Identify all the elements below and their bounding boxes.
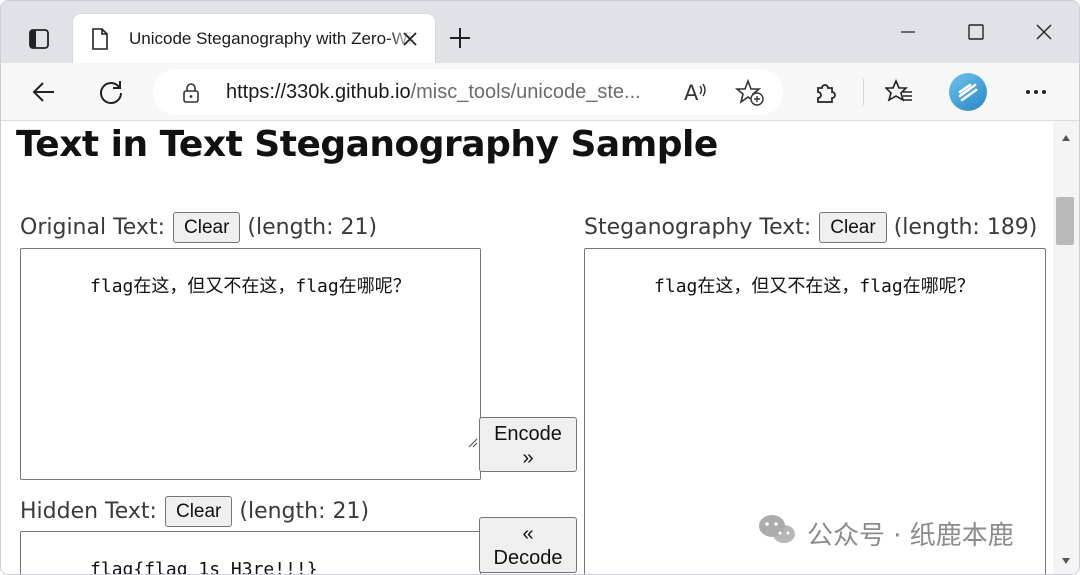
decode-label: Decode [493,547,563,569]
maximize-icon[interactable] [961,19,991,49]
address-bar[interactable]: https://330k.github.io/misc_tools/unicod… [153,69,783,115]
url-text[interactable]: https://330k.github.io/misc_tools/unicod… [226,81,666,104]
hidden-text-label: Hidden Text: [20,499,157,524]
encode-button[interactable]: Encode » [479,417,577,472]
extensions-icon[interactable] [809,75,843,109]
minimize-icon[interactable] [893,19,923,49]
back-arrow-icon[interactable] [27,75,61,109]
clear-stego-button[interactable]: Clear [819,212,887,243]
scroll-down-icon[interactable] [1061,552,1071,570]
url-host: https://330k.github.io [226,81,411,103]
browser-window: Unicode Steganography with Zero-Width Ch… [0,0,1080,575]
url-path: /misc_tools/unicode_ste... [410,81,641,103]
original-text-value: flag在这，但又不在这，flag在哪呢？ [90,276,411,297]
stego-length: (length: 189) [893,215,1038,240]
clear-original-button[interactable]: Clear [173,212,241,243]
hidden-text-input[interactable]: flag{flag_1s_H3re!!!} [20,531,481,575]
read-aloud-icon[interactable]: A [683,79,711,110]
original-text-header: Original Text: Clear (length: 21) [20,212,377,243]
resize-grip-icon[interactable] [379,408,478,477]
add-favorite-icon[interactable] [734,78,765,112]
svg-text:A: A [684,81,699,105]
wechat-icon [757,513,797,554]
original-text-input[interactable]: flag在这，但又不在这，flag在哪呢？ [20,248,481,480]
watermark: 公众号 · 纸鹿本鹿 [757,513,1014,554]
profile-avatar[interactable] [949,73,987,111]
scroll-up-icon[interactable] [1061,129,1071,147]
watermark-text: 公众号 · 纸鹿本鹿 [807,521,1014,551]
new-tab-icon[interactable] [445,23,475,53]
vertical-tabs-icon[interactable] [23,23,55,55]
hidden-text-value: flag{flag_1s_H3re!!!} [90,559,318,575]
stego-text-header: Steganography Text: Clear (length: 189) [584,212,1037,243]
lock-icon[interactable] [181,82,201,109]
page-scrollbar[interactable] [1053,121,1079,574]
stego-text-label: Steganography Text: [584,215,812,240]
page-title: Text in Text Steganography Sample [16,124,718,165]
close-window-icon[interactable] [1029,19,1059,49]
hidden-length: (length: 21) [239,499,370,524]
toolbar-divider [863,79,864,105]
page-content: Text in Text Steganography Sample Origin… [1,121,1053,575]
close-tab-icon[interactable] [400,29,420,49]
clear-hidden-button[interactable]: Clear [164,496,233,527]
favorites-icon[interactable] [882,75,916,109]
decode-button[interactable]: « Decode [479,517,577,573]
original-text-label: Original Text: [20,215,165,240]
encode-label: Encode [494,423,562,445]
scrollbar-thumb[interactable] [1056,197,1074,245]
original-length: (length: 21) [247,215,378,240]
stego-text-value: flag在这，但又不在这，flag在哪呢？ [654,276,975,297]
encode-arrow: » [522,447,534,469]
tab-strip: Unicode Steganography with Zero-Width Ch… [1,1,1079,67]
more-menu-icon[interactable] [1019,75,1053,109]
decode-arrow: « [522,523,534,545]
refresh-icon[interactable] [94,75,128,109]
active-tab[interactable]: Unicode Steganography with Zero-Width Ch… [73,14,461,63]
page-icon [91,28,109,55]
hidden-text-header: Hidden Text: Clear (length: 21) [20,496,369,527]
browser-toolbar: https://330k.github.io/misc_tools/unicod… [1,63,1079,121]
